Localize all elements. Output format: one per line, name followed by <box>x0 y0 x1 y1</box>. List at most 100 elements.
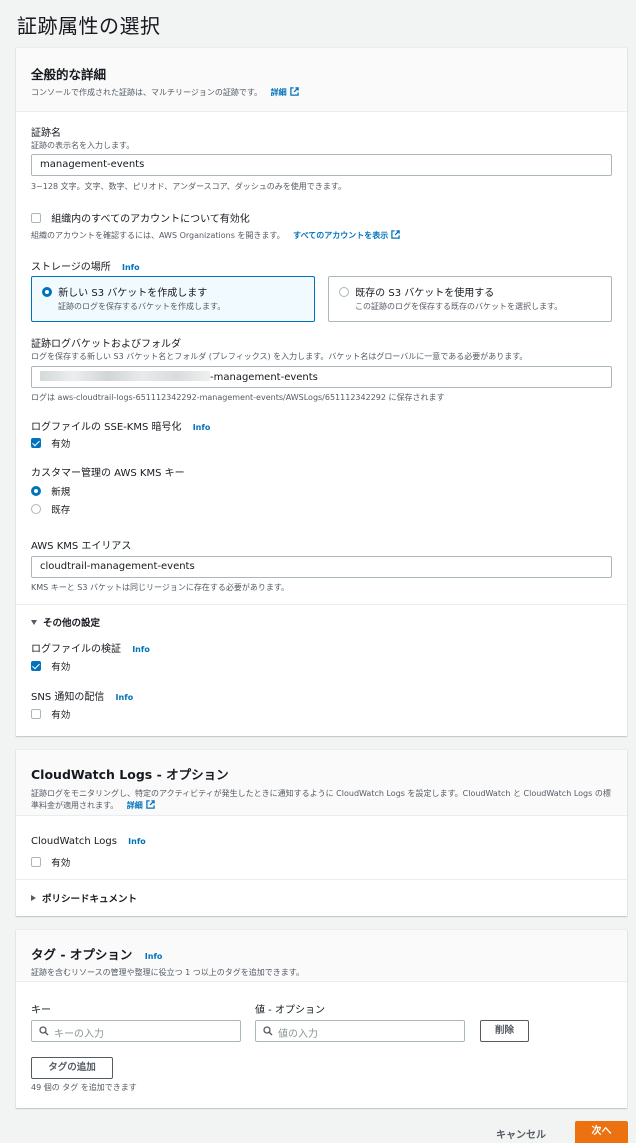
cloudwatch-panel: CloudWatch Logs - オプション 証跡ログをモニタリングし、特定の… <box>16 750 627 916</box>
bucket-label: 証跡ログバケットおよびフォルダ <box>31 339 181 350</box>
sns-info-link[interactable]: Info <box>116 693 134 702</box>
sse-kms-checkbox[interactable] <box>31 438 41 448</box>
redacted-account-id <box>40 371 210 381</box>
cloudwatch-title: CloudWatch Logs - オプション <box>31 767 229 782</box>
sse-kms-heading: ログファイルの SSE-KMS 暗号化 Info <box>31 418 210 433</box>
trail-name-input[interactable]: management-events <box>31 154 612 176</box>
sse-kms-enabled-row[interactable]: 有効 <box>31 436 70 450</box>
trail-name-field: 証跡名 証跡の表示名を入力します。 <box>31 124 134 151</box>
external-link-icon[interactable] <box>146 800 155 809</box>
cloudwatch-desc: 証跡ログをモニタリングし、特定のアクティビティが発生したときに通知するように C… <box>31 789 611 810</box>
tags-title-row: タグ - オプション Info <box>31 944 612 963</box>
tag-value-label: 値 - オプション <box>255 1005 325 1016</box>
kms-existing-row[interactable]: 既存 <box>31 502 70 516</box>
cloudwatch-logs-heading: CloudWatch Logs Info <box>31 836 146 847</box>
external-link-icon[interactable] <box>289 87 299 96</box>
sse-kms-label: ログファイルの SSE-KMS 暗号化 <box>31 422 182 433</box>
bucket-hint: ログは aws-cloudtrail-logs-651112342292-man… <box>31 393 445 402</box>
kms-key-label: カスタマー管理の AWS KMS キー <box>31 468 185 479</box>
cloudwatch-header: CloudWatch Logs - オプション 証跡ログをモニタリングし、特定の… <box>16 750 627 816</box>
tag-value-placeholder: 値の入力 <box>278 1029 318 1040</box>
storage-info-link[interactable]: Info <box>122 263 140 272</box>
cloudwatch-detail-link[interactable]: 詳細 <box>127 801 143 810</box>
bucket-field: 証跡ログバケットおよびフォルダ ログを保存する新しい S3 バケット名とフォルダ… <box>31 335 527 362</box>
trail-name-desc: 証跡の表示名を入力します。 <box>31 141 135 150</box>
bucket-input[interactable]: -management-events <box>31 366 612 388</box>
sns-enabled-row[interactable]: 有効 <box>31 707 70 721</box>
storage-existing-radio[interactable] <box>339 287 349 297</box>
policy-document-toggle[interactable]: ポリシードキュメント <box>31 891 137 905</box>
org-enable-label: 組織内のすべてのアカウントについて有効化 <box>51 214 250 225</box>
tags-desc: 証跡を含むリソースの管理や整理に役立つ 1 つ以上のタグを追加できます。 <box>31 968 304 977</box>
kms-alias-label: AWS KMS エイリアス <box>31 541 132 552</box>
trail-name-label: 証跡名 <box>31 128 61 139</box>
sse-kms-enabled-label: 有効 <box>51 439 71 450</box>
log-validation-label: ログファイルの検証 <box>31 644 121 655</box>
kms-new-label: 新規 <box>51 487 71 498</box>
bucket-desc: ログを保存する新しい S3 バケット名とフォルダ (プレフィックス) を入力しま… <box>31 352 528 361</box>
org-enable-row[interactable]: 組織内のすべてのアカウントについて有効化 <box>31 210 250 225</box>
log-validation-checkbox[interactable] <box>31 661 41 671</box>
tag-limit-hint: 49 個の タグ を追加できます <box>31 1083 137 1092</box>
storage-new-bucket-tile[interactable]: 新しい S3 バケットを作成します 証跡のログを保存するバケットを作成します。 <box>31 276 315 322</box>
storage-existing-desc: この証跡のログを保存する既存のバケットを選択します。 <box>355 302 563 311</box>
search-icon <box>263 1026 273 1036</box>
kms-existing-radio[interactable] <box>31 504 41 514</box>
trail-name-hint: 3~128 文字。文字、数字、ピリオド、アンダースコア、ダッシュのみを使用できま… <box>31 182 346 191</box>
kms-existing-label: 既存 <box>51 505 71 516</box>
tags-info-link[interactable]: Info <box>145 952 163 961</box>
general-details-header: 全般的な詳細 コンソールで作成された証跡は、マルチリージョンの証跡です。 詳細 <box>16 48 627 112</box>
tag-key-label: キー <box>31 1005 51 1016</box>
storage-new-radio[interactable] <box>42 287 52 297</box>
sns-checkbox[interactable] <box>31 709 41 719</box>
storage-new-desc: 証跡のログを保存するバケットを作成します。 <box>58 302 226 311</box>
org-desc: 組織のアカウントを確認するには、AWS Organizations を開きます。 <box>31 231 285 240</box>
cloudwatch-info-link[interactable]: Info <box>128 837 146 846</box>
caret-down-icon <box>31 620 37 625</box>
tag-key-input[interactable]: キーの入力 <box>31 1020 241 1042</box>
sns-enabled-label: 有効 <box>51 710 71 721</box>
add-tag-button[interactable]: タグの追加 <box>31 1057 113 1079</box>
general-details-panel: 全般的な詳細 コンソールで作成された証跡は、マルチリージョンの証跡です。 詳細 … <box>16 48 627 736</box>
other-settings-label: その他の設定 <box>43 618 101 629</box>
policy-document-label: ポリシードキュメント <box>42 894 138 905</box>
tag-value-input[interactable]: 値の入力 <box>255 1020 465 1042</box>
next-button[interactable]: 次へ <box>575 1121 628 1143</box>
log-validation-enabled-row[interactable]: 有効 <box>31 659 70 673</box>
page-title: 証跡属性の選択 <box>17 14 161 38</box>
cancel-button[interactable]: キャンセル <box>496 1126 546 1141</box>
storage-existing-title: 既存の S3 バケットを使用する <box>355 288 495 299</box>
kms-alias-input[interactable]: cloudtrail-management-events <box>31 556 612 578</box>
cloudwatch-desc-row: 証跡ログをモニタリングし、特定のアクティビティが発生したときに通知するように C… <box>31 788 612 812</box>
storage-location-label: ストレージの場所 <box>31 262 111 273</box>
cloudwatch-enabled-row[interactable]: 有効 <box>31 855 70 869</box>
divider <box>16 604 627 605</box>
general-details-desc: コンソールで作成された証跡は、マルチリージョンの証跡です。 詳細 <box>31 87 612 99</box>
kms-new-row[interactable]: 新規 <box>31 484 70 498</box>
org-enable-checkbox[interactable] <box>31 213 41 223</box>
other-settings-toggle[interactable]: その他の設定 <box>31 615 100 629</box>
sns-heading: SNS 通知の配信 Info <box>31 688 133 703</box>
view-all-accounts-link[interactable]: すべてのアカウントを表示 <box>293 231 388 240</box>
tag-key-placeholder: キーの入力 <box>54 1029 104 1040</box>
storage-location-heading: ストレージの場所 Info <box>31 258 140 273</box>
storage-new-title: 新しい S3 バケットを作成します <box>58 288 208 299</box>
bucket-input-value: -management-events <box>210 372 318 383</box>
sse-kms-info-link[interactable]: Info <box>193 423 211 432</box>
tags-title: タグ - オプション <box>31 947 133 962</box>
remove-tag-button[interactable]: 削除 <box>480 1020 529 1042</box>
general-details-title: 全般的な詳細 <box>31 67 107 82</box>
cloudwatch-enabled-label: 有効 <box>51 858 71 869</box>
org-desc-row: 組織のアカウントを確認するには、AWS Organizations を開きます。… <box>31 230 401 241</box>
log-validation-info-link[interactable]: Info <box>132 645 150 654</box>
sns-label: SNS 通知の配信 <box>31 692 105 703</box>
general-details-desc-text: コンソールで作成された証跡は、マルチリージョンの証跡です。 <box>31 88 263 97</box>
storage-tiles: 新しい S3 バケットを作成します 証跡のログを保存するバケットを作成します。 … <box>31 276 628 322</box>
kms-new-radio[interactable] <box>31 486 41 496</box>
log-validation-heading: ログファイルの検証 Info <box>31 640 150 655</box>
cloudwatch-checkbox[interactable] <box>31 857 41 867</box>
general-details-link[interactable]: 詳細 <box>271 88 287 97</box>
storage-existing-bucket-tile[interactable]: 既存の S3 バケットを使用する この証跡のログを保存する既存のバケットを選択し… <box>328 276 612 322</box>
external-link-icon[interactable] <box>391 230 401 239</box>
caret-right-icon <box>31 895 36 901</box>
